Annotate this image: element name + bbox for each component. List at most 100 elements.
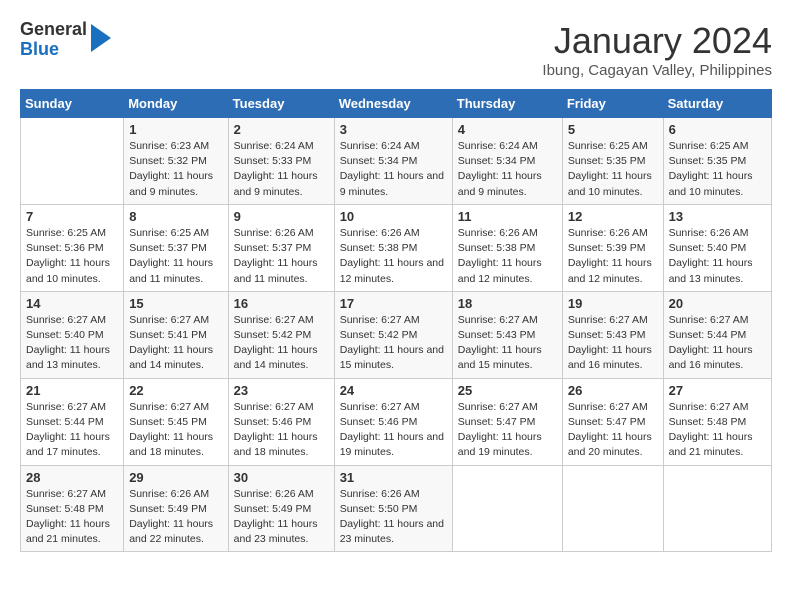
calendar-cell: 20 Sunrise: 6:27 AMSunset: 5:44 PMDayligh…: [663, 291, 771, 378]
day-number: 5: [568, 122, 658, 137]
calendar-cell: 8 Sunrise: 6:25 AMSunset: 5:37 PMDaylight…: [124, 204, 228, 291]
day-info: Sunrise: 6:27 AMSunset: 5:41 PMDaylight:…: [129, 313, 222, 374]
day-number: 30: [234, 470, 329, 485]
day-number: 3: [340, 122, 447, 137]
calendar-cell: [663, 465, 771, 552]
day-number: 2: [234, 122, 329, 137]
calendar-cell: 11Sunrise: 6:26 AMSunset: 5:38 PMDayligh…: [452, 204, 562, 291]
calendar-cell: 23Sunrise: 6:27 AMSunset: 5:46 PMDayligh…: [228, 378, 334, 465]
week-row-1: 1 Sunrise: 6:23 AMSunset: 5:32 PMDaylight…: [21, 118, 772, 205]
day-number: 9: [234, 209, 329, 224]
day-info: Sunrise: 6:24 AMSunset: 5:34 PMDaylight:…: [458, 139, 557, 200]
week-row-2: 7 Sunrise: 6:25 AMSunset: 5:36 PMDaylight…: [21, 204, 772, 291]
day-number: 23: [234, 383, 329, 398]
day-number: 18: [458, 296, 557, 311]
day-number: 15: [129, 296, 222, 311]
day-info: Sunrise: 6:27 AMSunset: 5:44 PMDaylight:…: [26, 400, 118, 461]
day-info: Sunrise: 6:26 AMSunset: 5:49 PMDaylight:…: [129, 487, 222, 548]
logo-text: General Blue: [20, 20, 87, 60]
calendar-cell: 27Sunrise: 6:27 AMSunset: 5:48 PMDayligh…: [663, 378, 771, 465]
calendar-cell: 7 Sunrise: 6:25 AMSunset: 5:36 PMDaylight…: [21, 204, 124, 291]
day-number: 16: [234, 296, 329, 311]
day-number: 19: [568, 296, 658, 311]
calendar-cell: 17 Sunrise: 6:27 AMSunset: 5:42 PMDayligh…: [334, 291, 452, 378]
day-number: 6: [669, 122, 766, 137]
calendar-cell: 13 Sunrise: 6:26 AMSunset: 5:40 PMDayligh…: [663, 204, 771, 291]
day-number: 1: [129, 122, 222, 137]
day-info: Sunrise: 6:23 AMSunset: 5:32 PMDaylight:…: [129, 139, 222, 200]
day-number: 4: [458, 122, 557, 137]
logo-icon: [91, 24, 111, 52]
page-header: General Blue January 2024 Ibung, Cagayan…: [20, 20, 772, 79]
day-number: 13: [669, 209, 766, 224]
logo: General Blue: [20, 20, 111, 60]
calendar-cell: 24 Sunrise: 6:27 AMSunset: 5:46 PMDayligh…: [334, 378, 452, 465]
calendar-cell: 21 Sunrise: 6:27 AMSunset: 5:44 PMDayligh…: [21, 378, 124, 465]
day-info: Sunrise: 6:25 AMSunset: 5:35 PMDaylight:…: [568, 139, 658, 200]
day-number: 25: [458, 383, 557, 398]
logo-blue: Blue: [20, 40, 87, 60]
month-title: January 2024: [542, 20, 772, 62]
header-cell-thursday: Thursday: [452, 90, 562, 118]
calendar-body: 1 Sunrise: 6:23 AMSunset: 5:32 PMDaylight…: [21, 118, 772, 552]
calendar-cell: 26 Sunrise: 6:27 AMSunset: 5:47 PMDayligh…: [562, 378, 663, 465]
day-number: 7: [26, 209, 118, 224]
day-info: Sunrise: 6:26 AMSunset: 5:37 PMDaylight:…: [234, 226, 329, 287]
calendar-cell: 2 Sunrise: 6:24 AMSunset: 5:33 PMDaylight…: [228, 118, 334, 205]
day-info: Sunrise: 6:25 AMSunset: 5:36 PMDaylight:…: [26, 226, 118, 287]
day-number: 17: [340, 296, 447, 311]
week-row-5: 28 Sunrise: 6:27 AMSunset: 5:48 PMDayligh…: [21, 465, 772, 552]
day-info: Sunrise: 6:27 AMSunset: 5:42 PMDaylight:…: [234, 313, 329, 374]
calendar-cell: 6 Sunrise: 6:25 AMSunset: 5:35 PMDaylight…: [663, 118, 771, 205]
calendar-cell: 18 Sunrise: 6:27 AMSunset: 5:43 PMDayligh…: [452, 291, 562, 378]
calendar-cell: 19 Sunrise: 6:27 AMSunset: 5:43 PMDayligh…: [562, 291, 663, 378]
day-number: 20: [669, 296, 766, 311]
calendar-cell: 12Sunrise: 6:26 AMSunset: 5:39 PMDayligh…: [562, 204, 663, 291]
day-info: Sunrise: 6:27 AMSunset: 5:44 PMDaylight:…: [669, 313, 766, 374]
header-cell-friday: Friday: [562, 90, 663, 118]
day-info: Sunrise: 6:27 AMSunset: 5:45 PMDaylight:…: [129, 400, 222, 461]
day-number: 31: [340, 470, 447, 485]
day-number: 11: [458, 209, 557, 224]
day-info: Sunrise: 6:27 AMSunset: 5:42 PMDaylight:…: [340, 313, 447, 374]
day-number: 8: [129, 209, 222, 224]
day-number: 10: [340, 209, 447, 224]
calendar-cell: 31Sunrise: 6:26 AMSunset: 5:50 PMDayligh…: [334, 465, 452, 552]
calendar-cell: 5 Sunrise: 6:25 AMSunset: 5:35 PMDaylight…: [562, 118, 663, 205]
header-cell-wednesday: Wednesday: [334, 90, 452, 118]
calendar-header: SundayMondayTuesdayWednesdayThursdayFrid…: [21, 90, 772, 118]
calendar-cell: [562, 465, 663, 552]
calendar-cell: 1 Sunrise: 6:23 AMSunset: 5:32 PMDaylight…: [124, 118, 228, 205]
day-info: Sunrise: 6:27 AMSunset: 5:43 PMDaylight:…: [568, 313, 658, 374]
day-info: Sunrise: 6:27 AMSunset: 5:48 PMDaylight:…: [669, 400, 766, 461]
day-number: 24: [340, 383, 447, 398]
calendar-cell: 29 Sunrise: 6:26 AMSunset: 5:49 PMDayligh…: [124, 465, 228, 552]
day-info: Sunrise: 6:26 AMSunset: 5:38 PMDaylight:…: [340, 226, 447, 287]
day-info: Sunrise: 6:27 AMSunset: 5:46 PMDaylight:…: [340, 400, 447, 461]
day-info: Sunrise: 6:25 AMSunset: 5:37 PMDaylight:…: [129, 226, 222, 287]
day-info: Sunrise: 6:25 AMSunset: 5:35 PMDaylight:…: [669, 139, 766, 200]
calendar-cell: [21, 118, 124, 205]
day-info: Sunrise: 6:27 AMSunset: 5:47 PMDaylight:…: [568, 400, 658, 461]
calendar-cell: 10 Sunrise: 6:26 AMSunset: 5:38 PMDayligh…: [334, 204, 452, 291]
day-info: Sunrise: 6:24 AMSunset: 5:34 PMDaylight:…: [340, 139, 447, 200]
calendar-cell: 30 Sunrise: 6:26 AMSunset: 5:49 PMDayligh…: [228, 465, 334, 552]
day-info: Sunrise: 6:26 AMSunset: 5:40 PMDaylight:…: [669, 226, 766, 287]
calendar-cell: [452, 465, 562, 552]
day-number: 29: [129, 470, 222, 485]
calendar-cell: 14Sunrise: 6:27 AMSunset: 5:40 PMDayligh…: [21, 291, 124, 378]
day-info: Sunrise: 6:26 AMSunset: 5:39 PMDaylight:…: [568, 226, 658, 287]
day-number: 28: [26, 470, 118, 485]
calendar-cell: 28 Sunrise: 6:27 AMSunset: 5:48 PMDayligh…: [21, 465, 124, 552]
calendar-cell: 9 Sunrise: 6:26 AMSunset: 5:37 PMDaylight…: [228, 204, 334, 291]
day-number: 21: [26, 383, 118, 398]
day-number: 26: [568, 383, 658, 398]
logo-general: General: [20, 20, 87, 40]
week-row-4: 21 Sunrise: 6:27 AMSunset: 5:44 PMDayligh…: [21, 378, 772, 465]
title-block: January 2024 Ibung, Cagayan Valley, Phil…: [542, 20, 772, 79]
day-info: Sunrise: 6:27 AMSunset: 5:48 PMDaylight:…: [26, 487, 118, 548]
day-info: Sunrise: 6:24 AMSunset: 5:33 PMDaylight:…: [234, 139, 329, 200]
calendar-cell: 22Sunrise: 6:27 AMSunset: 5:45 PMDayligh…: [124, 378, 228, 465]
day-info: Sunrise: 6:27 AMSunset: 5:43 PMDaylight:…: [458, 313, 557, 374]
day-info: Sunrise: 6:26 AMSunset: 5:49 PMDaylight:…: [234, 487, 329, 548]
